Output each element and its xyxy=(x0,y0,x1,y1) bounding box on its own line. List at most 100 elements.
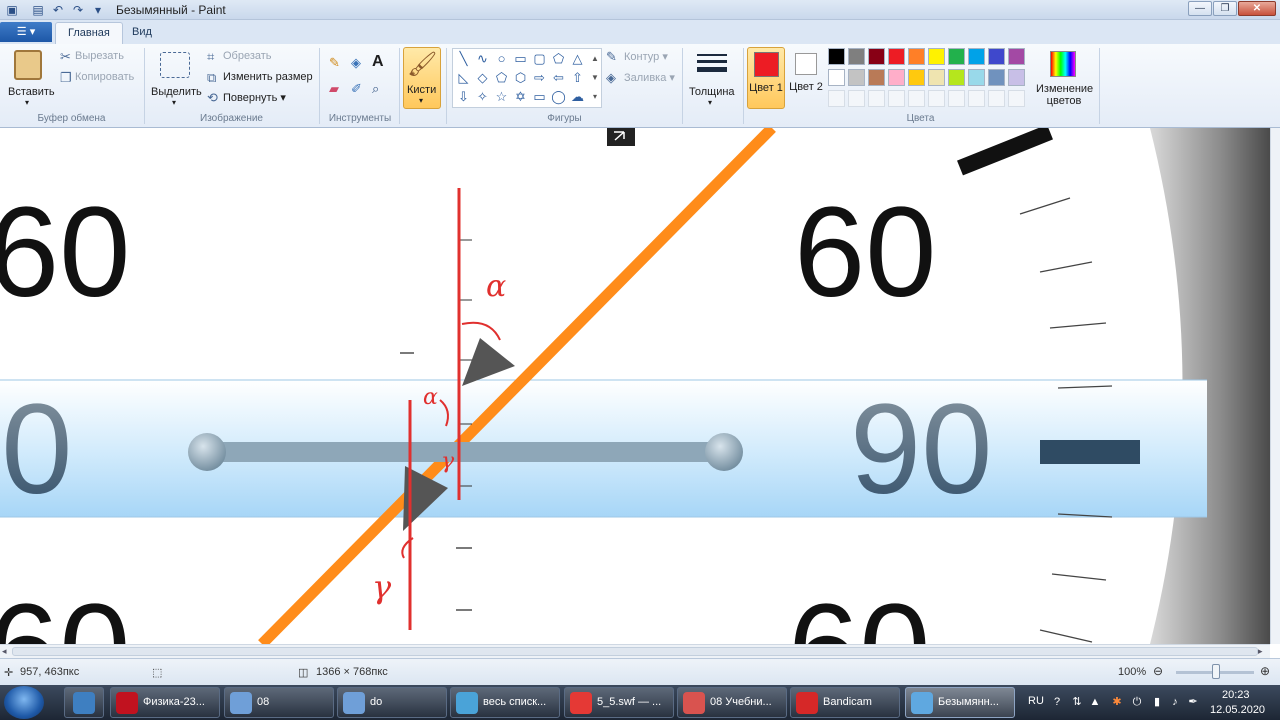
custom-color-slot[interactable] xyxy=(968,90,985,107)
eraser-icon[interactable]: ▰ xyxy=(329,82,339,96)
show-hidden-icons[interactable]: ▲ xyxy=(1088,695,1102,709)
custom-color-slot[interactable] xyxy=(848,90,865,107)
pen-icon[interactable]: ✒ xyxy=(1186,695,1200,709)
oval-shape-icon[interactable]: ○ xyxy=(493,50,510,67)
palette-swatch[interactable] xyxy=(1008,48,1025,65)
brushes-button[interactable]: 🖌 Кисти ▾ xyxy=(403,47,441,109)
custom-color-slot[interactable] xyxy=(988,90,1005,107)
palette-swatch[interactable] xyxy=(928,48,945,65)
palette-swatch[interactable] xyxy=(908,69,925,86)
maximize-button[interactable]: ❐ xyxy=(1213,1,1237,16)
clock-date[interactable]: 12.05.2020 xyxy=(1210,704,1265,716)
custom-color-slot[interactable] xyxy=(868,90,885,107)
customize-toolbar-icon[interactable]: ▾ xyxy=(90,2,106,18)
oval-callout-shape-icon[interactable]: ◯ xyxy=(550,88,567,105)
palette-swatch[interactable] xyxy=(848,69,865,86)
palette-swatch[interactable] xyxy=(908,48,925,65)
six-point-star-shape-icon[interactable]: ✡ xyxy=(512,88,529,105)
redo-icon[interactable]: ↷ xyxy=(70,2,86,18)
text-tool-icon[interactable]: A xyxy=(372,54,384,70)
palette-swatch[interactable] xyxy=(988,69,1005,86)
start-button[interactable] xyxy=(4,686,44,719)
color2-button[interactable]: Цвет 2 xyxy=(788,47,824,109)
scroll-left-icon[interactable]: ◂ xyxy=(2,646,7,657)
palette-swatch[interactable] xyxy=(928,69,945,86)
cut-button[interactable]: Вырезать xyxy=(75,50,124,62)
palette-swatch[interactable] xyxy=(828,69,845,86)
copy-button[interactable]: Копировать xyxy=(75,71,134,83)
popout-icon[interactable] xyxy=(607,128,635,146)
right-arrow-shape-icon[interactable]: ⇨ xyxy=(531,69,548,86)
select-button[interactable]: Выделить ▾ xyxy=(150,48,202,108)
four-point-star-shape-icon[interactable]: ✧ xyxy=(474,88,491,105)
tray-network-icon[interactable]: ⇅ xyxy=(1070,695,1084,709)
rectangle-shape-icon[interactable]: ▭ xyxy=(512,50,529,67)
custom-color-slot[interactable] xyxy=(908,90,925,107)
volume-icon[interactable]: ♪ xyxy=(1168,695,1182,709)
crop-button[interactable]: Обрезать xyxy=(223,50,272,62)
palette-swatch[interactable] xyxy=(868,69,885,86)
shapes-scroll-up-icon[interactable]: ▲ xyxy=(589,50,601,67)
taskbar-item[interactable]: 08 Учебни... xyxy=(677,687,787,718)
paint-app-icon[interactable]: ▣ xyxy=(4,2,20,18)
rounded-rectangle-shape-icon[interactable]: ▢ xyxy=(531,50,548,67)
palette-swatch[interactable] xyxy=(988,48,1005,65)
fill-button[interactable]: Заливка ▾ xyxy=(624,71,675,84)
custom-color-slot[interactable] xyxy=(948,90,965,107)
language-indicator[interactable]: RU xyxy=(1028,695,1044,707)
file-menu-button[interactable]: ☰ ▾ xyxy=(0,22,52,42)
save-icon[interactable]: ▤ xyxy=(30,2,46,18)
palette-swatch[interactable] xyxy=(868,48,885,65)
custom-color-slot[interactable] xyxy=(1008,90,1025,107)
scroll-right-icon[interactable]: ▸ xyxy=(1258,646,1263,657)
taskbar-item[interactable]: Физика-23... xyxy=(110,687,220,718)
pencil-icon[interactable]: ✎ xyxy=(329,56,340,70)
clock-time[interactable]: 20:23 xyxy=(1222,689,1250,701)
taskbar-item[interactable]: 08 xyxy=(224,687,334,718)
diamond-shape-icon[interactable]: ◇ xyxy=(474,69,491,86)
tab-home[interactable]: Главная xyxy=(55,22,123,44)
custom-color-slot[interactable] xyxy=(888,90,905,107)
thickness-button[interactable]: Толщина ▾ xyxy=(686,48,738,108)
palette-swatch[interactable] xyxy=(948,48,965,65)
curve-shape-icon[interactable]: ∿ xyxy=(474,50,491,67)
drawing-canvas[interactable]: 60 60 90 90 60 60 α α xyxy=(0,128,1270,644)
palette-swatch[interactable] xyxy=(848,48,865,65)
line-shape-icon[interactable]: ╲ xyxy=(455,50,472,67)
paste-button[interactable]: Вставить ▾ xyxy=(4,48,55,108)
left-arrow-shape-icon[interactable]: ⇦ xyxy=(550,69,567,86)
custom-color-slot[interactable] xyxy=(928,90,945,107)
zoom-in-icon[interactable]: ⊕ xyxy=(1260,664,1270,678)
shapes-scroll-down-icon[interactable]: ▼ xyxy=(589,69,601,86)
zoom-slider-thumb[interactable] xyxy=(1212,664,1220,679)
taskbar-item[interactable]: do xyxy=(337,687,447,718)
horizontal-scrollbar[interactable]: ◂ ▸ xyxy=(0,644,1270,658)
palette-swatch[interactable] xyxy=(1008,69,1025,86)
polygon-shape-icon[interactable]: ⬠ xyxy=(550,50,567,67)
taskbar-item[interactable]: Безымянн... xyxy=(905,687,1015,718)
help-icon[interactable]: ? xyxy=(1050,695,1064,709)
hexagon-shape-icon[interactable]: ⬡ xyxy=(512,69,529,86)
pentagon-shape-icon[interactable]: ⬠ xyxy=(493,69,510,86)
canvas-drawing[interactable]: 60 60 90 90 60 60 α α xyxy=(0,128,1270,644)
vertical-scrollbar[interactable] xyxy=(1270,128,1280,644)
taskbar-item[interactable]: 5_5.swf — ... xyxy=(564,687,674,718)
fill-bucket-icon[interactable]: ◈ xyxy=(351,56,361,70)
tab-view[interactable]: Вид xyxy=(120,22,164,44)
palette-swatch[interactable] xyxy=(888,69,905,86)
five-point-star-shape-icon[interactable]: ☆ xyxy=(493,88,510,105)
edit-colors-button[interactable]: Изменение цветов xyxy=(1036,47,1093,109)
minimize-button[interactable]: — xyxy=(1188,1,1212,16)
right-triangle-shape-icon[interactable]: ◺ xyxy=(455,69,472,86)
triangle-shape-icon[interactable]: △ xyxy=(569,50,586,67)
outline-button[interactable]: Контур ▾ xyxy=(624,50,668,63)
taskbar-sound-app[interactable] xyxy=(64,687,104,718)
color-picker-icon[interactable]: ✐ xyxy=(351,82,362,96)
palette-swatch[interactable] xyxy=(948,69,965,86)
palette-swatch[interactable] xyxy=(888,48,905,65)
callout-shape-icon[interactable]: ▭ xyxy=(531,88,548,105)
up-arrow-shape-icon[interactable]: ⇧ xyxy=(569,69,586,86)
horizontal-scroll-thumb[interactable] xyxy=(12,647,1258,656)
shapes-more-icon[interactable]: ▾ xyxy=(589,88,601,105)
signal-icon[interactable]: ▮ xyxy=(1150,695,1164,709)
